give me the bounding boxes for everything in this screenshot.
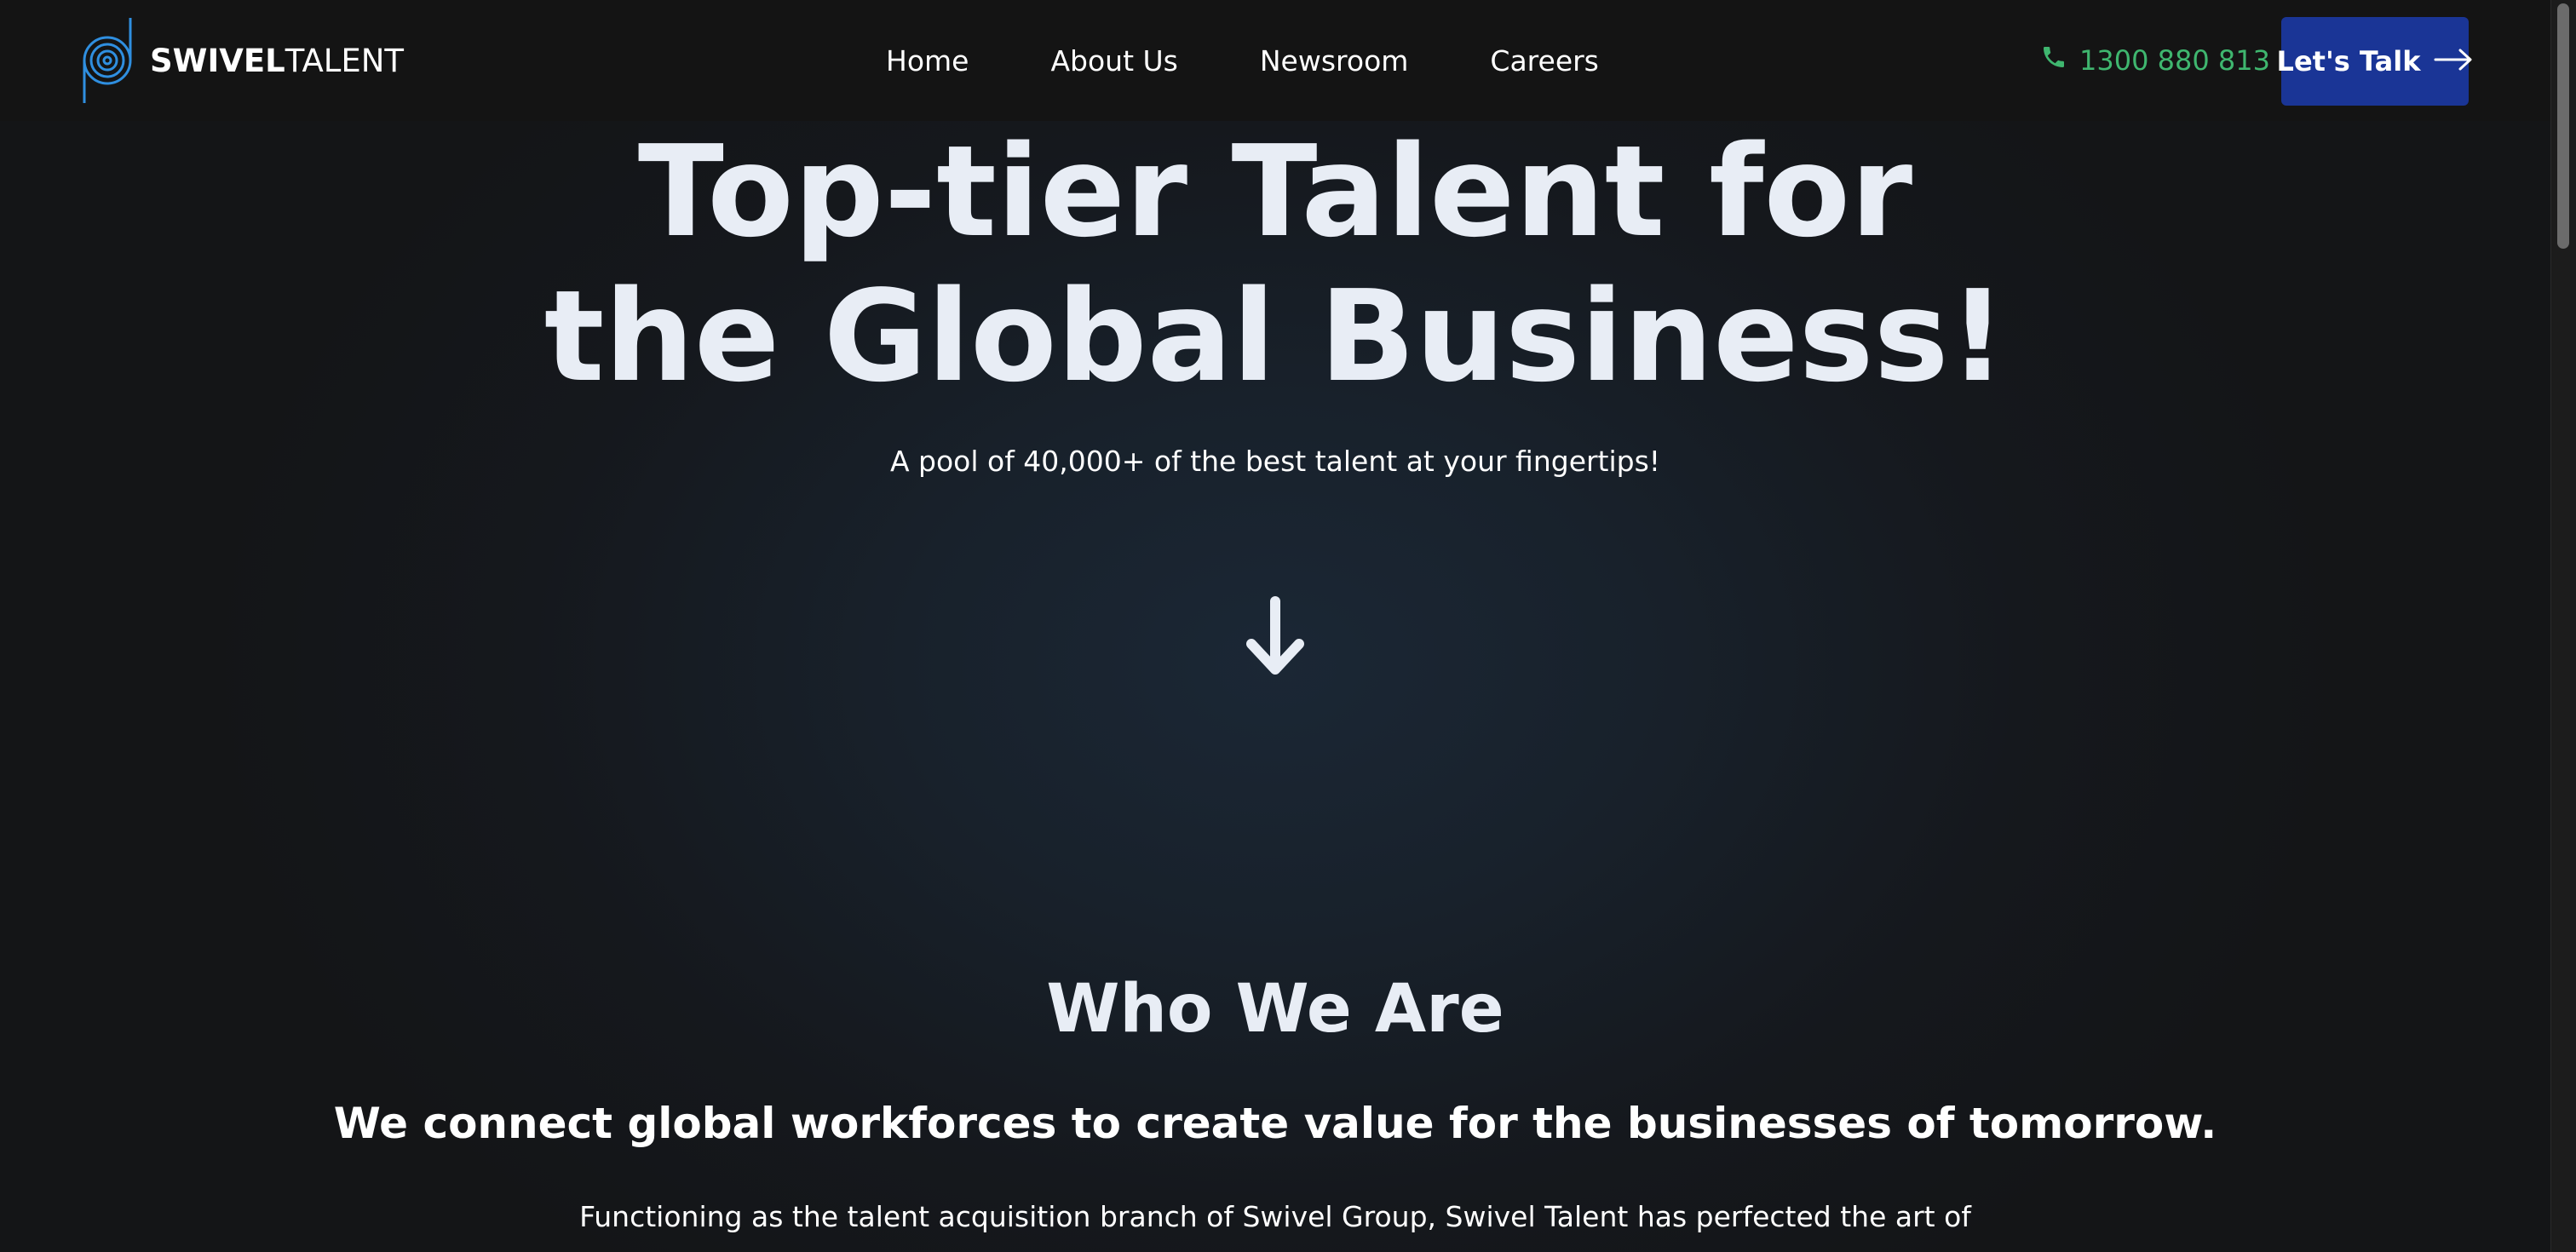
hero-title: Top-tier Talent for the Global Business! — [0, 119, 2550, 409]
nav-item-careers[interactable]: Careers — [1490, 44, 1598, 78]
scrollbar-thumb[interactable] — [2557, 3, 2569, 249]
who-we-are-heading: Who We Are — [1046, 971, 1504, 1048]
nav-item-home[interactable]: Home — [886, 44, 969, 78]
arrow-down-icon[interactable] — [1243, 594, 1308, 681]
site-header: SWIVELTALENT Home About Us Newsroom Care… — [0, 0, 2550, 121]
who-we-are-body: Functioning as the talent acquisition br… — [579, 1200, 1971, 1233]
hero-title-line-1: Top-tier Talent for — [637, 118, 1913, 265]
lets-talk-label: Let's Talk — [2276, 45, 2421, 78]
hero-subtitle: A pool of 40,000+ of the best talent at … — [889, 445, 1661, 478]
arrow-right-icon — [2420, 45, 2473, 78]
phone-number: 1300 880 813 — [2079, 44, 2270, 77]
main-nav: Home About Us Newsroom Careers — [886, 0, 1599, 121]
swivel-spiral-logo-icon — [82, 14, 136, 106]
logo-wordmark: SWIVELTALENT — [150, 45, 404, 77]
page-scrollbar[interactable] — [2550, 0, 2576, 1252]
lets-talk-button[interactable]: Let's Talk — [2277, 17, 2472, 106]
nav-item-newsroom[interactable]: Newsroom — [1260, 44, 1409, 78]
who-we-are-lead: We connect global workforces to create v… — [333, 1099, 2217, 1148]
logo-brand-light: TALENT — [285, 42, 405, 79]
phone-link[interactable]: 1300 880 813 — [2040, 0, 2270, 121]
hero-title-line-2: the Global Business! — [543, 263, 2007, 410]
phone-icon — [2040, 43, 2079, 78]
page: SWIVELTALENT Home About Us Newsroom Care… — [0, 0, 2576, 1252]
logo[interactable]: SWIVELTALENT — [82, 15, 404, 106]
logo-brand-bold: SWIVEL — [150, 42, 285, 79]
nav-item-about-us[interactable]: About Us — [1050, 44, 1177, 78]
